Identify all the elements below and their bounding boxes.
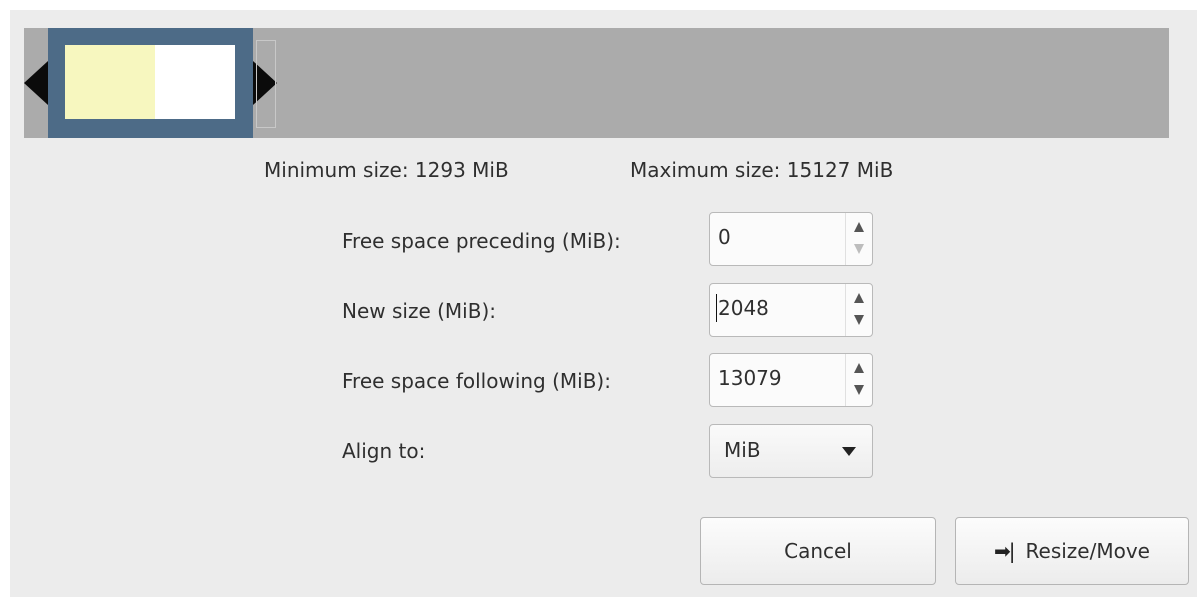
resize-move-button-label: Resize/Move xyxy=(1025,539,1150,563)
free-space-following-spinbox[interactable]: 13079 xyxy=(709,353,873,407)
free-space-preceding-spinbox[interactable]: 0 xyxy=(709,212,873,266)
free-space-preceding-label: Free space preceding (MiB): xyxy=(342,229,621,253)
align-to-dropdown[interactable]: MiB xyxy=(709,424,873,478)
free-space-preceding-value[interactable]: 0 xyxy=(718,225,731,249)
window-top-edge xyxy=(0,0,1197,10)
decrement-arrow-icon[interactable] xyxy=(854,244,864,254)
partition-unused-space xyxy=(155,45,235,119)
chevron-down-icon[interactable] xyxy=(842,447,856,456)
maximum-size-label: Maximum size: 15127 MiB xyxy=(630,158,894,182)
increment-arrow-icon[interactable] xyxy=(854,293,864,303)
free-space-following-label: Free space following (MiB): xyxy=(342,369,611,393)
free-space-following-value[interactable]: 13079 xyxy=(718,366,782,390)
cancel-button-label: Cancel xyxy=(784,539,852,563)
window-left-edge xyxy=(0,0,10,597)
decrement-arrow-icon[interactable] xyxy=(854,385,864,395)
cancel-button[interactable]: Cancel xyxy=(700,517,936,585)
increment-arrow-icon[interactable] xyxy=(854,363,864,373)
new-size-spinbox[interactable]: 2048 xyxy=(709,283,873,337)
partition-following-marker xyxy=(256,40,276,128)
partition-used-space xyxy=(65,45,155,119)
partition-visualizer[interactable] xyxy=(24,28,1169,138)
new-size-label: New size (MiB): xyxy=(342,299,496,323)
new-size-stepper[interactable] xyxy=(845,284,872,336)
free-space-following-stepper[interactable] xyxy=(845,354,872,406)
resize-handle-left[interactable] xyxy=(24,61,48,105)
minimum-size-label: Minimum size: 1293 MiB xyxy=(264,158,509,182)
new-size-value[interactable]: 2048 xyxy=(718,296,769,320)
decrement-arrow-icon[interactable] xyxy=(854,315,864,325)
text-cursor xyxy=(716,294,717,322)
free-space-preceding-stepper[interactable] xyxy=(845,213,872,265)
resize-move-button[interactable]: ➡| Resize/Move xyxy=(955,517,1189,585)
resize-move-icon: ➡| xyxy=(994,539,1015,563)
align-to-selected-value[interactable]: MiB xyxy=(724,438,761,462)
align-to-label: Align to: xyxy=(342,439,426,463)
partition-block[interactable] xyxy=(48,28,253,138)
increment-arrow-icon[interactable] xyxy=(854,222,864,232)
